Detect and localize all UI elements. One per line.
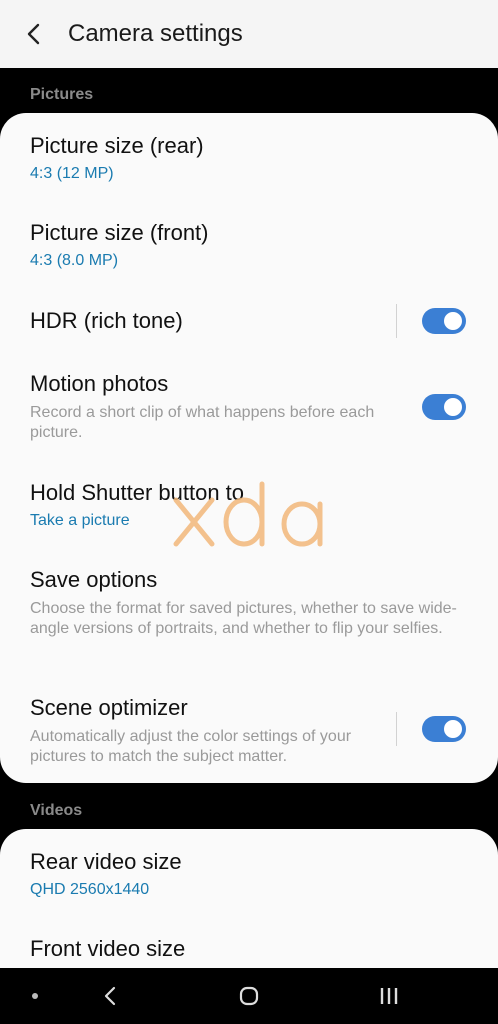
- picture-size-rear-row[interactable]: Picture size (rear) 4:3 (12 MP): [0, 113, 498, 201]
- motion-photos-toggle[interactable]: [422, 394, 466, 420]
- hdr-title: HDR (rich tone): [30, 308, 183, 333]
- back-chevron-icon: [104, 986, 116, 1006]
- scene-optimizer-toggle[interactable]: [422, 716, 466, 742]
- picture-size-front-row[interactable]: Picture size (front) 4:3 (8.0 MP): [0, 201, 498, 289]
- recents-icon: [380, 988, 398, 1004]
- save-options-row[interactable]: Save options Choose the format for saved…: [0, 553, 498, 681]
- rear-video-size-title: Rear video size: [30, 849, 182, 874]
- save-options-title: Save options: [30, 567, 158, 592]
- page-title: Camera settings: [68, 20, 243, 47]
- motion-photos-title: Motion photos: [30, 371, 169, 396]
- scene-optimizer-row[interactable]: Scene optimizer Automatically adjust the…: [0, 681, 498, 783]
- rear-video-size-value: QHD 2560x1440: [30, 881, 150, 898]
- save-options-description: Choose the format for saved pictures, wh…: [30, 600, 457, 637]
- section-label-pictures: Pictures: [30, 86, 94, 103]
- motion-photos-row[interactable]: Motion photos Record a short clip of wha…: [0, 353, 498, 453]
- pictures-card: Picture size (rear) 4:3 (12 MP) Picture …: [0, 113, 498, 783]
- hdr-row[interactable]: HDR (rich tone): [0, 289, 498, 353]
- dot-icon: [32, 993, 38, 999]
- hold-shutter-row[interactable]: Hold Shutter button to Take a picture: [0, 453, 498, 553]
- hold-shutter-value: Take a picture: [30, 512, 130, 529]
- home-icon: [239, 986, 259, 1006]
- hdr-divider: [396, 304, 397, 338]
- front-video-size-title: Front video size: [30, 936, 186, 961]
- nav-dot-button[interactable]: [20, 968, 50, 1024]
- app-header: Camera settings: [0, 0, 498, 68]
- nav-recents-button[interactable]: [369, 968, 409, 1024]
- back-button[interactable]: [0, 0, 68, 68]
- picture-size-rear-value: 4:3 (12 MP): [30, 165, 114, 182]
- picture-size-rear-title: Picture size (rear): [30, 133, 204, 158]
- nav-back-button[interactable]: [90, 968, 130, 1024]
- scene-optimizer-description: Automatically adjust the color settings …: [30, 728, 352, 765]
- hold-shutter-title: Hold Shutter button to: [30, 480, 245, 505]
- hdr-toggle[interactable]: [422, 308, 466, 334]
- picture-size-front-title: Picture size (front): [30, 220, 209, 245]
- section-label-videos: Videos: [30, 802, 83, 819]
- scene-optimizer-divider: [396, 712, 397, 746]
- scene-optimizer-title: Scene optimizer: [30, 695, 188, 720]
- nav-home-button[interactable]: [229, 968, 269, 1024]
- chevron-left-icon: [27, 23, 40, 45]
- rear-video-size-row[interactable]: Rear video size QHD 2560x1440: [0, 829, 498, 917]
- motion-photos-description: Record a short clip of what happens befo…: [30, 404, 375, 441]
- picture-size-front-value: 4:3 (8.0 MP): [30, 252, 119, 269]
- system-navbar: [0, 968, 498, 1024]
